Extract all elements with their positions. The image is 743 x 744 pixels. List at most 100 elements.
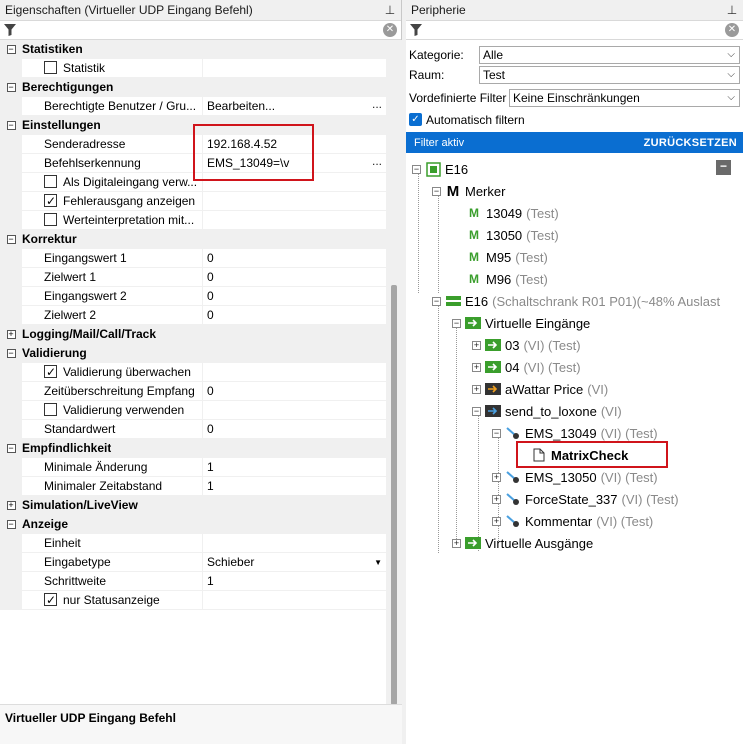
expand-toggle[interactable]: + xyxy=(472,384,481,394)
filter-funnel-icon[interactable] xyxy=(0,21,20,39)
property-value[interactable]: 0 xyxy=(203,382,386,401)
ellipsis-button[interactable]: ... xyxy=(368,98,386,114)
collapse-toggle[interactable]: − xyxy=(432,186,441,196)
category-toggle[interactable]: − xyxy=(0,343,22,363)
category-toggle[interactable]: − xyxy=(0,229,22,249)
peripherie-filter-bar[interactable]: ✕ xyxy=(406,20,743,40)
property-value[interactable]: Bearbeiten...... xyxy=(203,97,386,116)
property-checkbox[interactable] xyxy=(44,591,57,610)
expand-toggle[interactable]: + xyxy=(452,538,461,548)
property-value[interactable] xyxy=(203,59,386,78)
auto-filter-checkbox[interactable]: ✓ xyxy=(409,113,422,126)
tree-node-e16[interactable]: − E16 xyxy=(412,158,468,180)
tree-node-virtuelle-eingaenge[interactable]: − Virtuelle Eingänge xyxy=(452,312,590,334)
tree-node-udp-command[interactable]: + Kommentar (VI) (Test) xyxy=(492,510,653,532)
property-row[interactable]: Minimale Änderung 1 xyxy=(0,457,386,477)
property-row[interactable]: Statistik xyxy=(0,58,386,78)
property-checkbox[interactable] xyxy=(44,192,57,211)
property-checkbox[interactable] xyxy=(44,212,57,226)
property-category[interactable]: − Empfindlichkeit xyxy=(0,438,386,458)
property-row[interactable]: Einheit xyxy=(0,533,386,553)
property-row[interactable]: Zielwert 2 0 xyxy=(0,305,386,325)
ellipsis-button[interactable]: ... xyxy=(368,155,386,171)
reset-button[interactable]: ZURÜCKSETZEN xyxy=(644,137,737,149)
property-grid-scrollbar[interactable] xyxy=(386,40,402,705)
property-value[interactable] xyxy=(203,211,386,230)
property-row[interactable]: Zeitüberschreitung Empfang 0 xyxy=(0,381,386,401)
property-checkbox[interactable] xyxy=(44,363,57,382)
expand-toggle[interactable]: + xyxy=(492,516,501,526)
property-row[interactable]: Validierung überwachen xyxy=(0,362,386,382)
category-toggle[interactable]: + xyxy=(0,495,22,515)
tree-node-merker-item[interactable]: M 13050 (Test) xyxy=(466,224,559,246)
property-row[interactable]: Eingangswert 2 0 xyxy=(0,286,386,306)
property-value[interactable]: 0 xyxy=(203,420,386,439)
expand-toggle[interactable]: + xyxy=(492,494,501,504)
property-category[interactable]: − Berechtigungen xyxy=(0,77,386,97)
property-value[interactable] xyxy=(203,591,386,610)
property-row[interactable]: Validierung verwenden xyxy=(0,400,386,420)
collapse-toggle[interactable]: − xyxy=(432,296,441,306)
property-row[interactable]: Zielwert 1 0 xyxy=(0,267,386,287)
property-row[interactable]: Werteinterpretation mit... xyxy=(0,210,386,230)
property-value[interactable]: 0 xyxy=(203,268,386,287)
tree-node-udp-command[interactable]: + ForceState_337 (VI) (Test) xyxy=(492,488,679,510)
pin-icon[interactable]: ⊥ xyxy=(721,0,743,20)
category-toggle[interactable]: − xyxy=(0,40,22,59)
dropdown-arrow-icon[interactable]: ▼ xyxy=(374,553,382,572)
tree-node-vi[interactable]: + 03 (VI) (Test) xyxy=(472,334,581,356)
filter-funnel-icon[interactable] xyxy=(406,21,426,39)
property-row[interactable]: Eingangswert 1 0 xyxy=(0,248,386,268)
property-value[interactable]: 0 xyxy=(203,249,386,268)
property-value[interactable] xyxy=(203,534,386,553)
property-checkbox[interactable] xyxy=(44,174,57,188)
raum-select[interactable]: Test ⌵ xyxy=(479,65,740,84)
property-value[interactable]: 0 xyxy=(203,306,386,325)
collapse-toggle[interactable]: − xyxy=(492,428,501,438)
property-category[interactable]: − Statistiken xyxy=(0,40,386,59)
property-value[interactable]: 1 xyxy=(203,572,386,591)
property-value[interactable] xyxy=(203,192,386,211)
property-row[interactable]: Fehlerausgang anzeigen xyxy=(0,191,386,211)
property-row[interactable]: Standardwert 0 xyxy=(0,419,386,439)
vordef-select[interactable]: Keine Einschränkungen ⌵ xyxy=(509,88,740,107)
category-toggle[interactable]: − xyxy=(0,77,22,97)
collapse-toggle[interactable]: − xyxy=(452,318,461,328)
category-toggle[interactable]: + xyxy=(0,324,22,344)
property-checkbox[interactable] xyxy=(44,402,57,416)
kategorie-select[interactable]: Alle ⌵ xyxy=(479,45,740,64)
property-category[interactable]: − Validierung xyxy=(0,343,386,363)
property-value[interactable] xyxy=(203,401,386,420)
property-value[interactable]: 1 xyxy=(203,477,386,496)
properties-filter-bar[interactable]: ✕ xyxy=(0,20,401,40)
collapse-toggle[interactable]: − xyxy=(412,164,421,174)
category-toggle[interactable]: − xyxy=(0,115,22,135)
tree-node-merker[interactable]: − M Merker xyxy=(432,180,505,202)
property-row[interactable]: Schrittweite 1 xyxy=(0,571,386,591)
tree-node-vi[interactable]: − send_to_loxone (VI) xyxy=(472,400,622,422)
property-row[interactable]: Berechtigte Benutzer / Gru... Bearbeiten.… xyxy=(0,96,386,116)
pin-icon[interactable]: ⊥ xyxy=(379,0,401,20)
property-category[interactable]: + Logging/Mail/Call/Track xyxy=(0,324,386,344)
collapse-toggle[interactable]: − xyxy=(472,406,481,416)
property-value[interactable]: 1 xyxy=(203,458,386,477)
expand-toggle[interactable]: + xyxy=(492,472,501,482)
clear-filter-icon[interactable]: ✕ xyxy=(383,23,397,37)
tree-node-virtuelle-ausgaenge[interactable]: + Virtuelle Ausgänge xyxy=(452,532,593,554)
tree-node-vi[interactable]: + aWattar Price (VI) xyxy=(472,378,608,400)
tree-node-e16-schaltschrank[interactable]: − E16 (Schaltschrank R01 P01)(~48% Auslas… xyxy=(432,290,720,312)
property-row[interactable]: Minimaler Zeitabstand 1 xyxy=(0,476,386,496)
property-value[interactable] xyxy=(203,363,386,382)
property-checkbox[interactable] xyxy=(44,60,57,74)
expand-toggle[interactable]: + xyxy=(472,340,481,350)
category-toggle[interactable]: − xyxy=(0,514,22,534)
collapse-all-button[interactable]: − xyxy=(716,160,731,175)
expand-toggle[interactable]: + xyxy=(472,362,481,372)
property-category[interactable]: + Simulation/LiveView xyxy=(0,495,386,515)
tree-node-merker-item[interactable]: M M95 (Test) xyxy=(466,246,548,268)
property-row[interactable]: nur Statusanzeige xyxy=(0,590,386,610)
clear-filter-icon[interactable]: ✕ xyxy=(725,23,739,37)
tree-node-udp-command[interactable]: + EMS_13050 (VI) (Test) xyxy=(492,466,658,488)
property-row[interactable]: Eingabetype Schieber ▼ xyxy=(0,552,386,572)
tree-node-vi[interactable]: + 04 (VI) (Test) xyxy=(472,356,581,378)
